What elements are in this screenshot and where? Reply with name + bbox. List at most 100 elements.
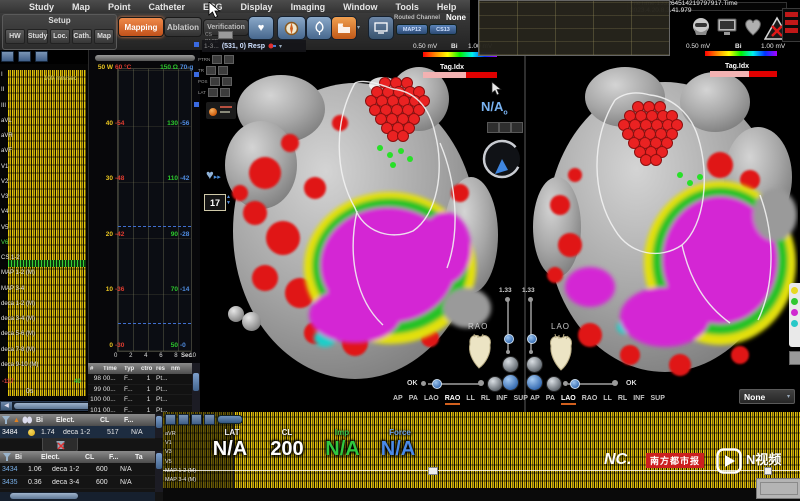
column-header[interactable]: Ta bbox=[135, 454, 143, 461]
table-row[interactable]: 9900... F...1 Pt... bbox=[88, 385, 200, 396]
orient-sup[interactable]: SUP bbox=[650, 395, 664, 405]
menu-item[interactable]: Catheter bbox=[140, 2, 195, 12]
zoom-slider-handle[interactable] bbox=[527, 334, 537, 344]
compass-option[interactable] bbox=[487, 122, 499, 133]
setup-tab[interactable]: Cath. bbox=[72, 29, 92, 44]
window-icon[interactable] bbox=[35, 51, 48, 62]
window-icon[interactable] bbox=[1, 51, 14, 62]
column-header[interactable]: Bi bbox=[36, 417, 56, 424]
toggle-checkbox[interactable] bbox=[212, 55, 222, 64]
point-counter-field[interactable]: 17 bbox=[204, 194, 226, 211]
orient-pa[interactable]: PA bbox=[409, 395, 418, 405]
ablation-button[interactable]: Ablation bbox=[164, 17, 202, 37]
tag-legend-panel[interactable] bbox=[789, 283, 800, 347]
column-header[interactable]: Time bbox=[103, 366, 124, 372]
menu-item[interactable]: Imaging bbox=[282, 2, 335, 12]
column-header[interactable]: F... bbox=[124, 417, 148, 424]
menu-item[interactable]: Window bbox=[334, 2, 386, 12]
toggle-checkbox[interactable] bbox=[218, 66, 228, 75]
ecg-channel-label[interactable]: II bbox=[1, 87, 63, 93]
tool-icon[interactable] bbox=[178, 414, 189, 425]
zoom-slider-handle[interactable] bbox=[504, 334, 514, 344]
zoom-slider[interactable] bbox=[507, 298, 509, 353]
ecg-channel-label[interactable]: V5 bbox=[1, 225, 63, 231]
selected-point-table-header[interactable]: ▲ Bi Elect. CL F... bbox=[0, 414, 155, 426]
ecg-channel-label[interactable]: MAP 3-4 (M) bbox=[165, 477, 229, 483]
view-indicator[interactable] bbox=[194, 42, 199, 47]
scroll-left-icon[interactable]: ◀ bbox=[1, 402, 12, 410]
orient-pa[interactable]: PA bbox=[546, 395, 555, 405]
orient-inf[interactable]: INF bbox=[633, 395, 644, 405]
screen-layout-button[interactable] bbox=[368, 16, 394, 40]
orient-ap[interactable]: AP bbox=[530, 395, 540, 405]
table-row[interactable]: 10000... F...1 Pt... bbox=[88, 395, 200, 406]
ruler-handle[interactable] bbox=[764, 467, 772, 475]
menu-item[interactable]: Tools bbox=[387, 2, 428, 12]
ecg-channel-label[interactable]: V2 bbox=[1, 179, 63, 185]
orient-rl[interactable]: RL bbox=[618, 395, 627, 405]
snapshot-button[interactable] bbox=[331, 16, 357, 40]
column-header[interactable]: # bbox=[88, 366, 103, 372]
menu-item[interactable]: Help bbox=[428, 2, 466, 12]
orient-lao[interactable]: LAO bbox=[561, 395, 576, 405]
slider-handle[interactable] bbox=[432, 379, 442, 389]
view-knob[interactable] bbox=[546, 376, 562, 392]
column-header[interactable]: ctro bbox=[141, 366, 156, 372]
view-knob[interactable] bbox=[487, 376, 503, 392]
toggle-checkbox[interactable] bbox=[220, 88, 230, 97]
column-header[interactable]: Elect. bbox=[41, 454, 85, 461]
orient-rl[interactable]: RL bbox=[481, 395, 490, 405]
table-scrollbar[interactable] bbox=[155, 414, 163, 438]
compass-option[interactable] bbox=[511, 122, 523, 133]
orient-ap[interactable]: AP bbox=[393, 395, 403, 405]
routed-button-map12[interactable]: MAP12 bbox=[396, 24, 428, 35]
map-viewer-button[interactable]: ♥ bbox=[248, 16, 274, 40]
balloon-catheter-button[interactable] bbox=[306, 16, 332, 40]
points-table-scrollbar[interactable] bbox=[192, 363, 200, 412]
location-setup-button[interactable] bbox=[277, 16, 306, 40]
counter-stepper[interactable]: ▲▼ bbox=[226, 194, 231, 206]
ecg-channel-label[interactable]: III bbox=[1, 103, 63, 109]
floating-grid-window[interactable] bbox=[478, 0, 670, 56]
table-scrollbar[interactable] bbox=[155, 451, 163, 492]
mapping-button[interactable]: Mapping bbox=[118, 17, 164, 37]
view-indicator[interactable] bbox=[194, 102, 199, 107]
menu-item[interactable]: Map bbox=[63, 2, 99, 12]
setup-tab[interactable]: HW bbox=[5, 29, 25, 44]
table-row[interactable]: 3434 1.06 deca 1-2 600 N/A bbox=[0, 463, 155, 476]
setup-tab[interactable]: Study bbox=[27, 29, 48, 44]
ecg-channel-label[interactable]: deca 3-4 (M) bbox=[1, 316, 63, 322]
column-header[interactable]: Typ bbox=[124, 366, 141, 372]
tool-icon[interactable] bbox=[191, 414, 202, 425]
graph-scrollbar[interactable] bbox=[95, 55, 195, 61]
ecg-channel-label[interactable]: MAP 3-4 bbox=[1, 286, 63, 292]
column-header[interactable]: CL bbox=[85, 454, 109, 461]
filter-icon[interactable] bbox=[2, 416, 11, 425]
chevron-down-icon[interactable]: ▾ bbox=[279, 43, 282, 50]
view-reset-button[interactable] bbox=[526, 374, 543, 391]
routed-button-cs13[interactable]: CS13 bbox=[429, 24, 457, 35]
map-selection-strip[interactable]: 1-3... (531, 0) Resp ▾ bbox=[202, 40, 306, 52]
view-reset-button[interactable] bbox=[502, 374, 519, 391]
menu-item[interactable]: Display bbox=[232, 2, 282, 12]
toggle-checkbox[interactable] bbox=[222, 77, 232, 86]
column-header[interactable]: F... bbox=[109, 454, 135, 461]
compass-option[interactable] bbox=[499, 122, 511, 133]
orient-rao[interactable]: RAO bbox=[582, 395, 598, 405]
zoom-slider[interactable] bbox=[530, 298, 532, 353]
ruler-handle[interactable] bbox=[428, 467, 438, 475]
ecg-channel-label[interactable]: V3 bbox=[1, 194, 63, 200]
column-header[interactable]: CL bbox=[100, 417, 124, 424]
filter-icon[interactable] bbox=[3, 453, 12, 462]
tool-icon[interactable] bbox=[165, 414, 176, 425]
orient-inf[interactable]: INF bbox=[496, 395, 507, 405]
toggle-checkbox[interactable] bbox=[206, 66, 216, 75]
menu-item[interactable]: Study bbox=[20, 2, 63, 12]
view-sphere-button[interactable] bbox=[502, 356, 519, 373]
orientation-dial[interactable] bbox=[479, 136, 525, 182]
point-list-table-header[interactable]: Bi Elect. CL F... Ta bbox=[0, 451, 155, 463]
column-header[interactable]: nm bbox=[171, 366, 183, 372]
ecg-channel-label[interactable]: aVL bbox=[1, 118, 63, 124]
ecg-channel-label[interactable]: deca 9-10 (M) bbox=[1, 362, 63, 368]
heart-reference-icon[interactable] bbox=[742, 16, 764, 38]
